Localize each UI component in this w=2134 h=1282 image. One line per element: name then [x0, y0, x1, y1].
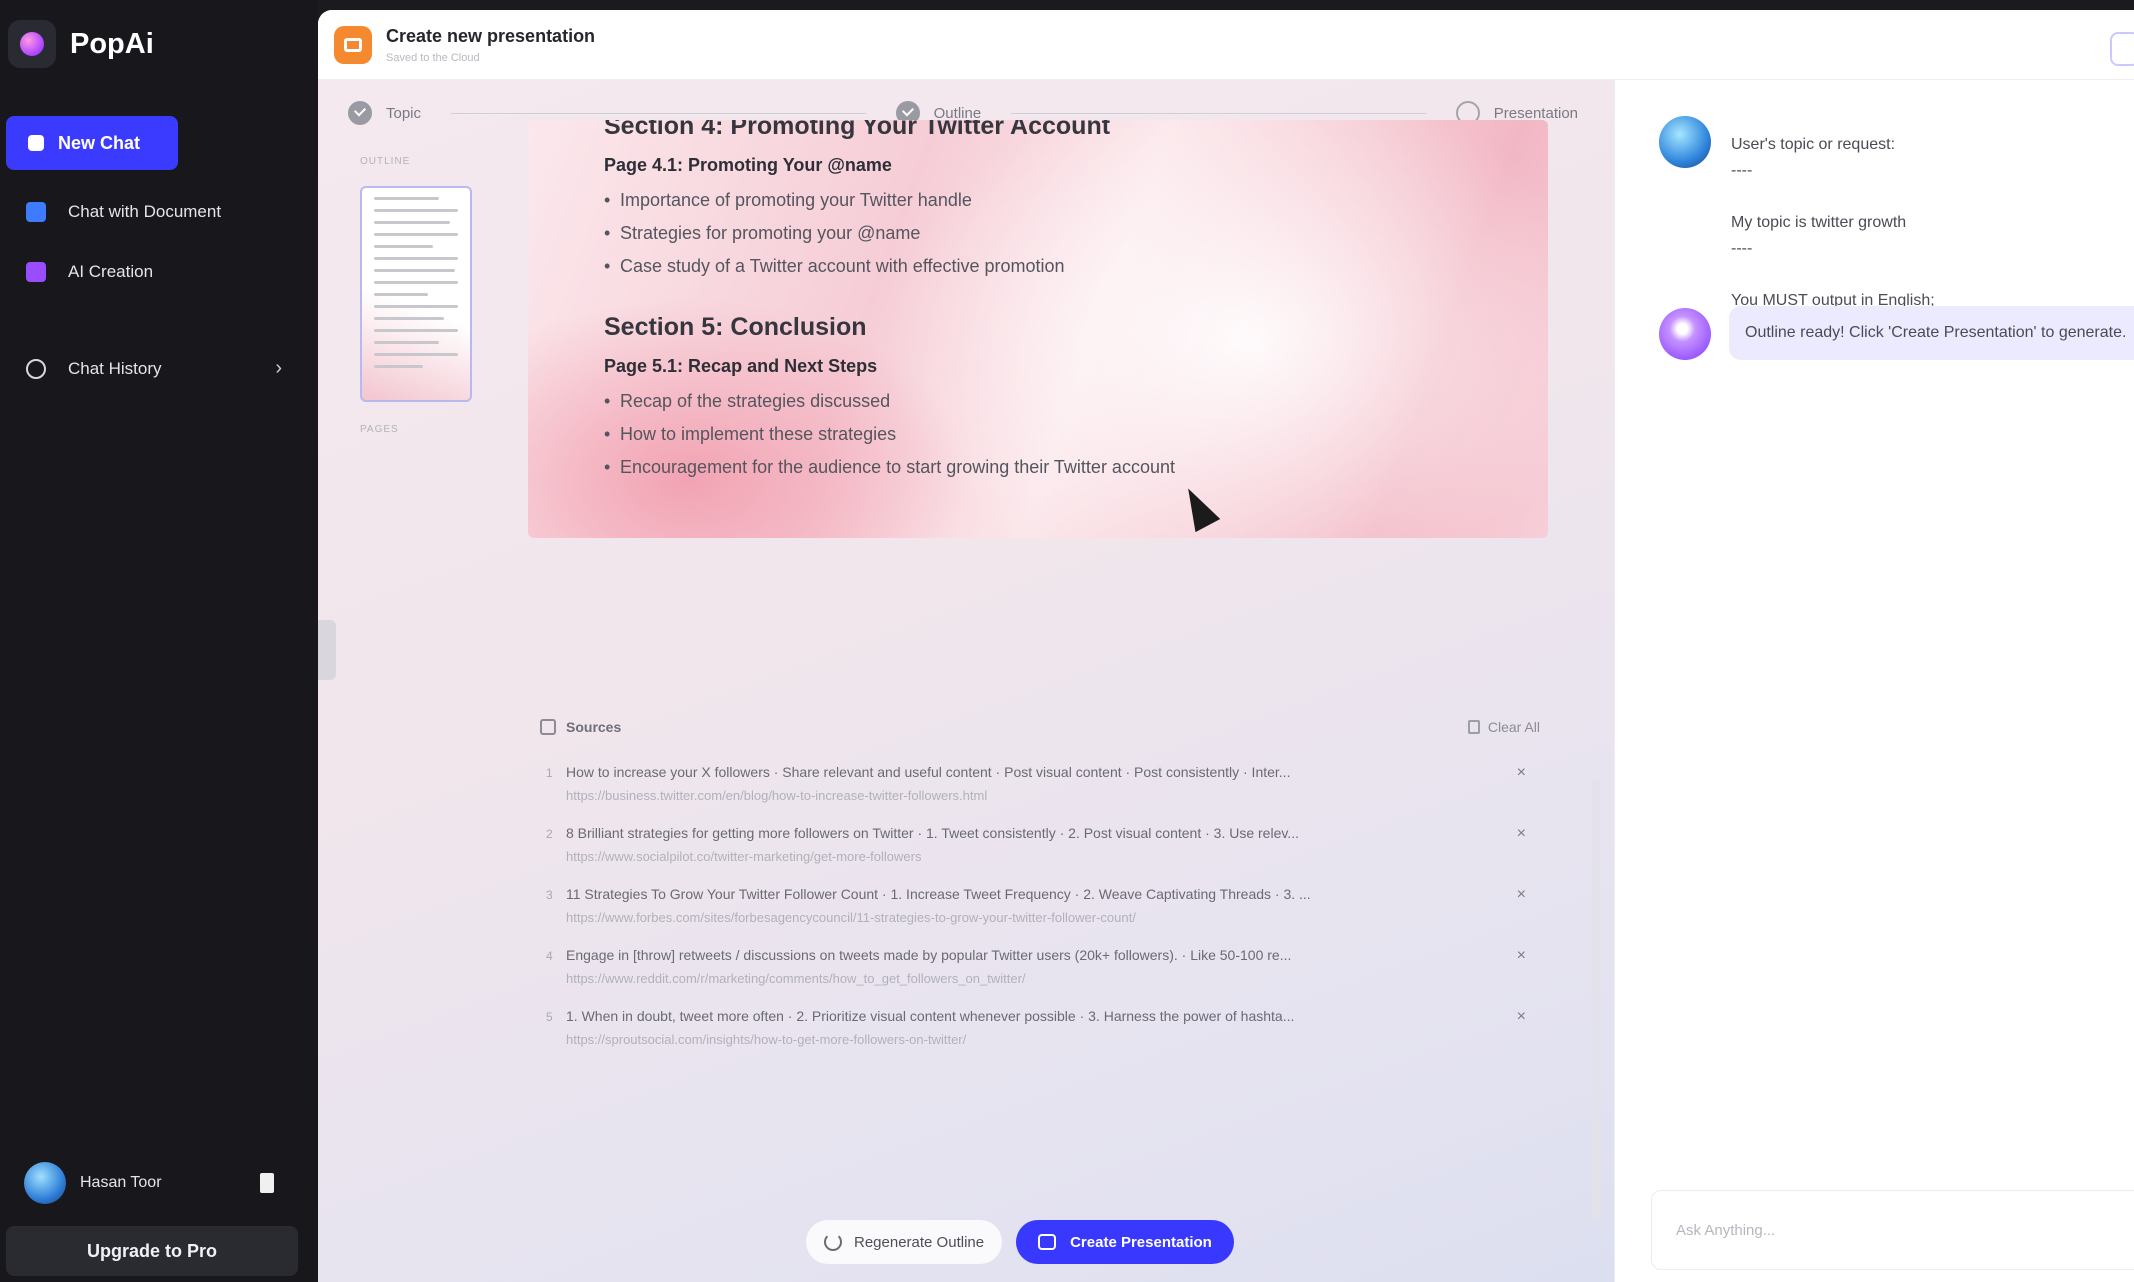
- source-item[interactable]: 4 Engage in [throw] retweets / discussio…: [540, 947, 1540, 986]
- message-line: User's topic or request:: [1731, 136, 1896, 153]
- step-connector: [1011, 112, 1426, 114]
- remove-source-icon[interactable]: ×: [1517, 886, 1526, 904]
- assistant-avatar-icon: [1659, 308, 1711, 360]
- sidebar-item-chat-history[interactable]: Chat History ›: [26, 357, 282, 380]
- remove-source-icon[interactable]: ×: [1517, 1008, 1526, 1026]
- chat-panel: User's topic or request: ---- My topic i…: [1614, 80, 2134, 1282]
- remove-source-icon[interactable]: ×: [1517, 825, 1526, 843]
- source-title: 1. When in doubt, tweet more often · 2. …: [566, 1008, 1295, 1024]
- source-item[interactable]: 2 8 Brilliant strategies for getting mor…: [540, 825, 1540, 864]
- sidebar-item-label: Chat History: [68, 358, 162, 378]
- scrollbar[interactable]: [1592, 780, 1600, 1220]
- check-icon: [348, 101, 372, 125]
- assistant-message: Outline ready! Click 'Create Presentatio…: [1729, 306, 2134, 360]
- edit-icon: [26, 262, 46, 282]
- source-item[interactable]: 1 How to increase your X followers · Sha…: [540, 764, 1540, 803]
- upgrade-to-pro-button[interactable]: Upgrade to Pro: [6, 1226, 298, 1276]
- bullet-item: How to implement these strategies: [604, 418, 1175, 451]
- sidebar-item-chat-with-document[interactable]: Chat with Document: [26, 202, 282, 222]
- user-message: User's topic or request: ---- My topic i…: [1721, 124, 1991, 322]
- outline-editor: Topic Outline Presentation OUTLINE PAGES…: [318, 80, 1614, 1282]
- bullet-item: Recap of the strategies discussed: [604, 385, 1175, 418]
- section-heading: Section 4: Promoting Your Twitter Accoun…: [604, 120, 1111, 140]
- section-heading: Section 5: Conclusion: [604, 313, 867, 341]
- source-title: 8 Brilliant strategies for getting more …: [566, 825, 1299, 841]
- source-title: 11 Strategies To Grow Your Twitter Follo…: [566, 886, 1311, 902]
- slide-preview: Section 4: Promoting Your Twitter Accoun…: [528, 120, 1548, 538]
- avatar: [1659, 116, 1711, 168]
- new-chat-label: New Chat: [58, 132, 141, 153]
- sidebar: PopAi New Chat Chat with Document AI Cre…: [0, 0, 318, 1282]
- source-item[interactable]: 5 1. When in doubt, tweet more often · 2…: [540, 1008, 1540, 1047]
- trash-icon[interactable]: [260, 1173, 274, 1193]
- bullet-item: Case study of a Twitter account with eff…: [604, 250, 1175, 283]
- sources-icon: [540, 719, 556, 735]
- outline-label: OUTLINE: [360, 156, 411, 167]
- main-panel: Create new presentation Saved to the Clo…: [318, 10, 2134, 1282]
- bullet-item: Strategies for promoting your @name: [604, 217, 1175, 250]
- folder-icon: [26, 202, 46, 222]
- source-url[interactable]: https://www.socialpilot.co/twitter-marke…: [566, 849, 1286, 864]
- remove-source-icon[interactable]: ×: [1517, 764, 1526, 782]
- pages-label: PAGES: [360, 424, 399, 435]
- sources-label: Sources: [566, 719, 622, 735]
- app-logo[interactable]: PopAi: [8, 20, 154, 68]
- history-icon: [26, 358, 46, 379]
- presentation-icon: [334, 26, 372, 64]
- message-line: ----: [1731, 240, 1753, 257]
- panel-toggle-button[interactable]: [2110, 32, 2134, 66]
- step-topic: Topic: [348, 101, 421, 125]
- create-presentation-button[interactable]: Create Presentation: [1016, 1220, 1234, 1264]
- regenerate-outline-button[interactable]: Regenerate Outline: [806, 1220, 1003, 1264]
- mouse-cursor-icon: [1175, 481, 1221, 533]
- app-name: PopAi: [70, 27, 154, 60]
- user-name: Hasan Toor: [80, 1174, 162, 1191]
- sidebar-item-label: Chat with Document: [68, 202, 222, 221]
- source-url[interactable]: https://business.twitter.com/en/blog/how…: [566, 788, 1286, 803]
- bullet-list: Recap of the strategies discussed How to…: [604, 385, 1175, 484]
- source-url[interactable]: https://www.forbes.com/sites/forbesagenc…: [566, 910, 1286, 925]
- presentation-icon: [1038, 1234, 1057, 1250]
- user-profile[interactable]: Hasan Toor: [24, 1162, 274, 1204]
- page-heading: Page 5.1: Recap and Next Steps: [604, 356, 878, 376]
- source-title: How to increase your X followers · Share…: [566, 764, 1291, 780]
- bullet-item: Encouragement for the audience to start …: [604, 451, 1175, 484]
- collapse-handle[interactable]: [318, 620, 336, 680]
- new-chat-button[interactable]: New Chat: [6, 116, 178, 170]
- message-line: My topic is twitter growth: [1731, 214, 1907, 231]
- source-title: Engage in [throw] retweets / discussions…: [566, 947, 1292, 963]
- source-url[interactable]: https://sproutsocial.com/insights/how-to…: [566, 1032, 1286, 1047]
- step-connector: [451, 112, 866, 114]
- avatar: [24, 1162, 66, 1204]
- save-status: Saved to the Cloud: [386, 52, 480, 64]
- sidebar-item-ai-creation[interactable]: AI Creation: [26, 262, 282, 282]
- header-bar: Create new presentation Saved to the Clo…: [318, 10, 2134, 80]
- refresh-icon: [824, 1233, 842, 1251]
- chevron-right-icon: ›: [275, 357, 282, 379]
- page-heading: Page 4.1: Promoting Your @name: [604, 155, 892, 175]
- message-line: ----: [1731, 162, 1753, 179]
- outline-thumbnail[interactable]: [360, 186, 472, 402]
- popai-logo-icon: [8, 20, 56, 68]
- remove-source-icon[interactable]: ×: [1517, 947, 1526, 965]
- trash-icon: [1467, 720, 1480, 734]
- chat-input[interactable]: Ask Anything...: [1651, 1190, 2134, 1270]
- bullet-item: Importance of promoting your Twitter han…: [604, 184, 1175, 217]
- slide-content: Section 4: Promoting Your Twitter Accoun…: [604, 120, 1175, 484]
- action-bar: Regenerate Outline Create Presentation: [806, 1220, 1234, 1264]
- sources-header: Sources Clear All: [540, 712, 1540, 742]
- clear-all-button[interactable]: Clear All: [1467, 719, 1540, 735]
- source-url[interactable]: https://www.reddit.com/r/marketing/comme…: [566, 971, 1286, 986]
- page-title: Create new presentation: [386, 26, 596, 46]
- source-item[interactable]: 3 11 Strategies To Grow Your Twitter Fol…: [540, 886, 1540, 925]
- sidebar-item-label: AI Creation: [68, 262, 154, 281]
- plus-icon: [28, 135, 44, 151]
- bullet-list: Importance of promoting your Twitter han…: [604, 184, 1175, 283]
- sources-panel: Sources Clear All 1 How to increase your…: [540, 712, 1540, 1202]
